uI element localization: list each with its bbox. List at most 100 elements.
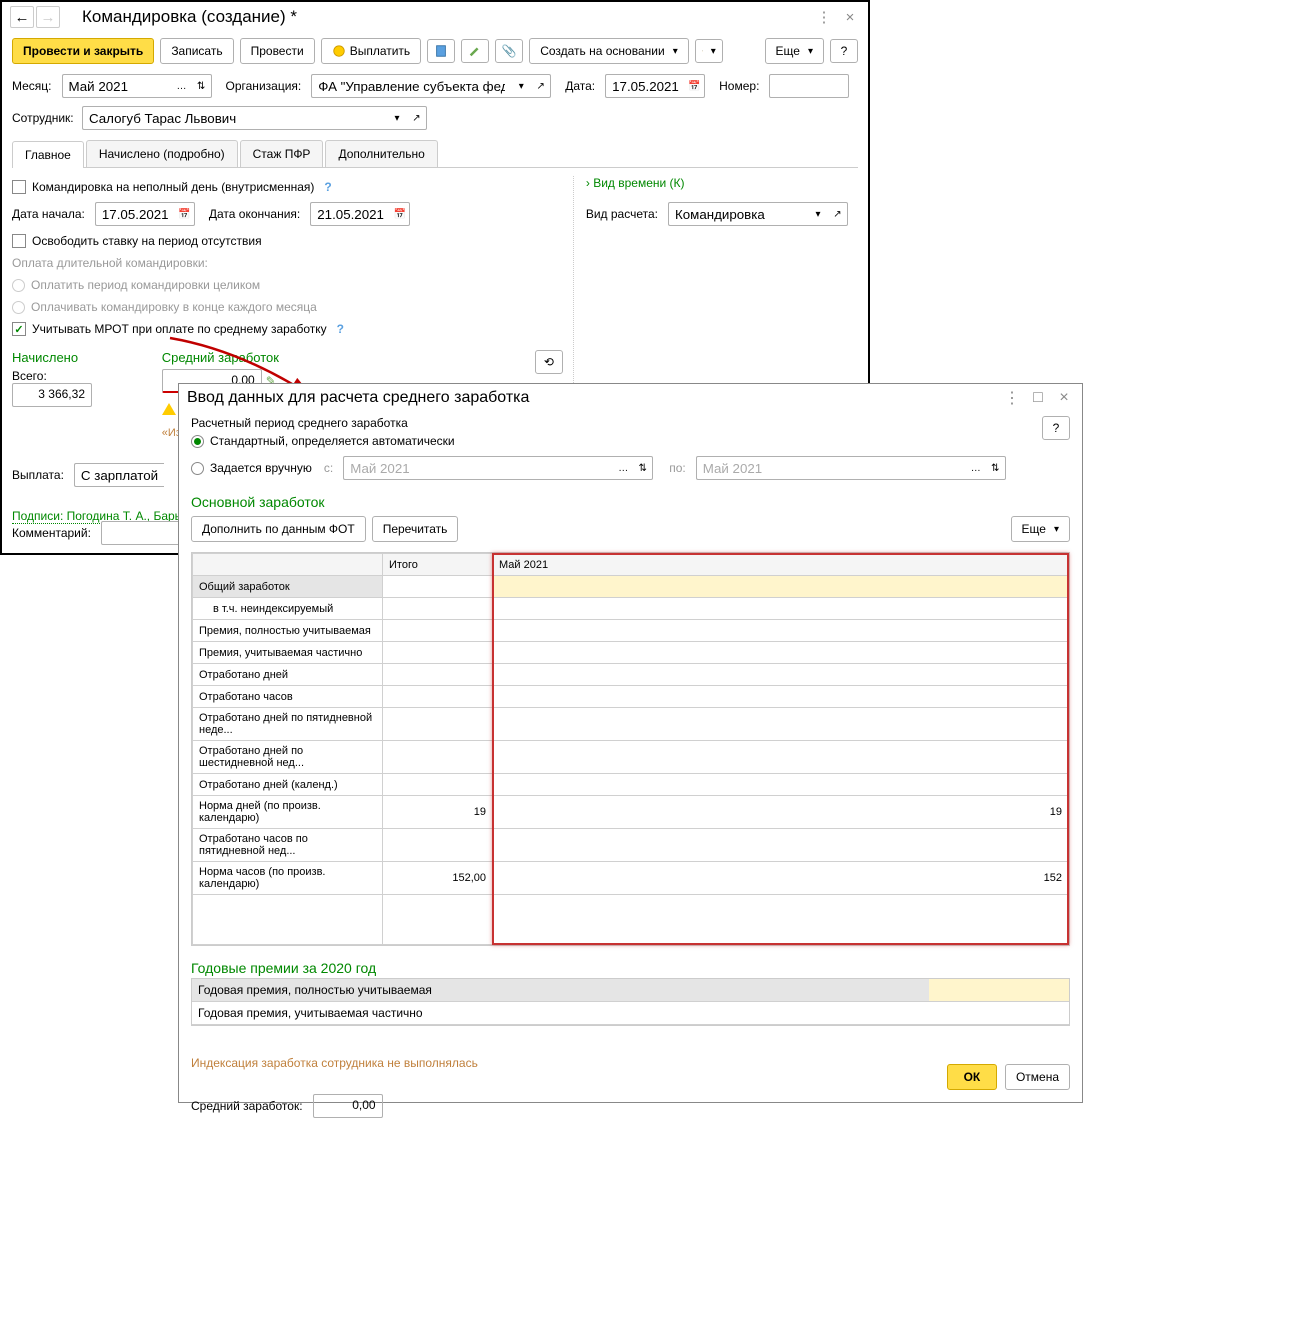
coins-icon: [332, 44, 346, 58]
more-button[interactable]: Еще: [765, 38, 824, 64]
dropdown-icon[interactable]: ▾: [387, 106, 407, 130]
tab-extra[interactable]: Дополнительно: [325, 140, 437, 167]
time-kind-link[interactable]: Вид времени (К): [586, 176, 858, 190]
avg-earnings-window: Ввод данных для расчета среднего заработ…: [178, 383, 1083, 1103]
free-rate-label: Освободить ставку на период отсутствия: [32, 234, 262, 248]
number-input[interactable]: [769, 74, 849, 98]
table-header-row: Итого Май 2021: [193, 554, 1069, 576]
calendar-icon[interactable]: 📅: [390, 202, 410, 226]
employee-input[interactable]: [82, 106, 387, 130]
table-row[interactable]: Отработано часов по пятидневной нед...: [193, 829, 1069, 862]
open-icon[interactable]: ↗: [531, 74, 551, 98]
partial-day-label: Командировка на неполный день (внутрисме…: [32, 180, 314, 194]
org-input[interactable]: [311, 74, 511, 98]
calendar-icon[interactable]: 📅: [685, 74, 705, 98]
attach-button[interactable]: 📎: [495, 39, 523, 63]
spinner-icon: ⇅: [633, 456, 653, 480]
open-icon[interactable]: ↗: [407, 106, 427, 130]
document-icon: [434, 44, 448, 58]
dialog-title: Ввод данных для расчета среднего заработ…: [187, 389, 529, 407]
dropdown-icon[interactable]: ▾: [511, 74, 531, 98]
refresh-button[interactable]: ⟲: [535, 350, 563, 374]
more-button[interactable]: Еще: [1011, 516, 1070, 542]
calc-kind-input[interactable]: [668, 202, 808, 226]
period-auto-radio[interactable]: [191, 435, 204, 448]
table-row[interactable]: Норма дней (по произв. календарю)1919: [193, 796, 1069, 829]
long-pay-full-label: Оплатить период командировки целиком: [31, 278, 260, 292]
table-row[interactable]: Отработано дней по шестидневной нед...: [193, 741, 1069, 774]
long-pay-full-radio: [12, 279, 25, 292]
close-icon[interactable]: ×: [840, 7, 860, 27]
payout-label: Выплата:: [12, 468, 64, 482]
table-row[interactable]: Отработано дней (календ.): [193, 774, 1069, 796]
forward-button[interactable]: →: [36, 6, 60, 28]
avg-label: Средний заработок:: [191, 1099, 303, 1113]
kebab-icon[interactable]: ⋮: [814, 7, 834, 27]
spinner-icon[interactable]: ⇅: [192, 74, 212, 98]
recalc-button[interactable]: Перечитать: [372, 516, 459, 542]
post-button[interactable]: Провести: [240, 38, 315, 64]
edit-icon-button[interactable]: [461, 39, 489, 63]
create-based-button[interactable]: Создать на основании: [529, 38, 689, 64]
table-row[interactable]: в т.ч. неиндексируемый: [193, 598, 1069, 620]
free-rate-checkbox[interactable]: [12, 234, 26, 248]
start-date-input[interactable]: [95, 202, 175, 226]
titlebar: ← → Командировка (создание) * ⋮ ×: [2, 2, 868, 32]
cancel-button[interactable]: Отмена: [1005, 1064, 1070, 1090]
table-row[interactable]: Отработано часов: [193, 686, 1069, 708]
long-pay-head: Оплата длительной командировки:: [12, 252, 563, 274]
calendar-icon[interactable]: 📅: [175, 202, 195, 226]
maximize-icon[interactable]: □: [1028, 388, 1048, 408]
tab-main[interactable]: Главное: [12, 141, 84, 168]
period-manual-radio[interactable]: [191, 462, 204, 475]
total-value: 3 366,32: [12, 383, 92, 407]
period-from-input: [343, 456, 613, 480]
help-button[interactable]: ?: [830, 39, 858, 63]
pencil-icon: [468, 44, 482, 58]
help-button[interactable]: ?: [1042, 416, 1070, 440]
table-row[interactable]: Норма часов (по произв. календарю)152,00…: [193, 862, 1069, 895]
ok-button[interactable]: ОК: [947, 1064, 997, 1090]
help-icon[interactable]: ?: [337, 322, 344, 336]
col-total: Итого: [383, 554, 493, 576]
long-pay-monthly-radio: [12, 301, 25, 314]
main-toolbar: Провести и закрыть Записать Провести Вып…: [2, 32, 868, 70]
month-input[interactable]: [62, 74, 172, 98]
close-icon[interactable]: ×: [1054, 388, 1074, 408]
back-button[interactable]: ←: [10, 6, 34, 28]
bonus-table[interactable]: Годовая премия, полностью учитываемая Го…: [191, 978, 1070, 1026]
pay-button[interactable]: Выплатить: [321, 38, 422, 64]
avg-head: Средний заработок: [162, 350, 505, 365]
table-row[interactable]: Отработано дней: [193, 664, 1069, 686]
ellipsis-icon: …: [966, 456, 986, 480]
ellipsis-icon[interactable]: …: [172, 74, 192, 98]
warning-icon: [162, 403, 176, 415]
tab-pfr[interactable]: Стаж ПФР: [240, 140, 324, 167]
table-row[interactable]: Премия, полностью учитываемая: [193, 620, 1069, 642]
dropdown-icon[interactable]: ▾: [808, 202, 828, 226]
spinner-icon: ⇅: [986, 456, 1006, 480]
partial-day-checkbox[interactable]: [12, 180, 26, 194]
period-head: Расчетный период среднего заработка: [191, 416, 1042, 430]
kebab-icon[interactable]: ⋮: [1002, 388, 1022, 408]
table-row[interactable]: Премия, учитываемая частично: [193, 642, 1069, 664]
copy-icon-button[interactable]: [695, 39, 723, 63]
bonus-head: Годовые премии за 2020 год: [191, 960, 1070, 976]
open-icon[interactable]: ↗: [828, 202, 848, 226]
calc-kind-label: Вид расчета:: [586, 207, 658, 221]
col-month: Май 2021: [493, 554, 1069, 576]
save-button[interactable]: Записать: [160, 38, 233, 64]
payout-input[interactable]: [74, 463, 164, 487]
post-and-close-button[interactable]: Провести и закрыть: [12, 38, 154, 64]
earnings-table[interactable]: Итого Май 2021 Общий заработок в т.ч. не…: [192, 553, 1069, 945]
help-icon[interactable]: ?: [324, 180, 331, 194]
table-row[interactable]: Отработано дней по пятидневной неде...: [193, 708, 1069, 741]
mrot-checkbox[interactable]: [12, 322, 26, 336]
ellipsis-icon: …: [613, 456, 633, 480]
fill-fot-button[interactable]: Дополнить по данным ФОТ: [191, 516, 366, 542]
document-icon-button[interactable]: [427, 39, 455, 63]
tab-accrued[interactable]: Начислено (подробно): [86, 140, 238, 167]
table-row[interactable]: Общий заработок: [193, 576, 1069, 598]
date-input[interactable]: [605, 74, 685, 98]
end-date-input[interactable]: [310, 202, 390, 226]
